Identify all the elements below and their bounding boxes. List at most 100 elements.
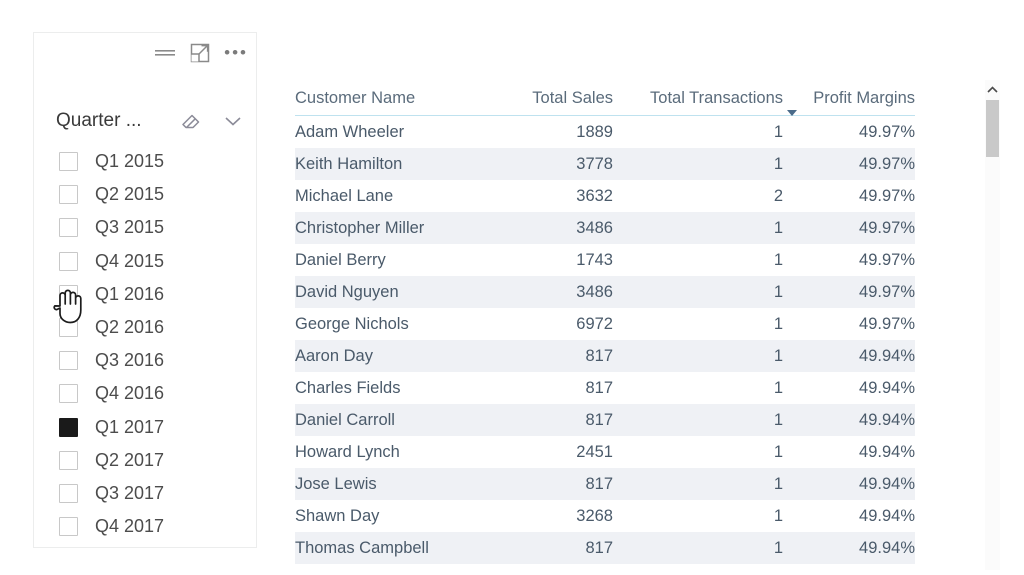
slicer-checkbox[interactable]	[59, 517, 78, 537]
slicer-checkbox[interactable]	[59, 152, 78, 172]
slicer-checkbox[interactable]	[59, 185, 78, 205]
cell-customer-name: Daniel Berry	[295, 250, 386, 269]
slicer-item-q2-2017[interactable]: Q2 2017	[34, 444, 256, 477]
column-header-customer-name[interactable]: Customer Name	[295, 62, 495, 116]
slicer-item-q3-2015[interactable]: Q3 2015	[34, 211, 256, 244]
sort-descending-icon	[787, 110, 797, 116]
slicer-title-icons	[180, 111, 242, 131]
table-vertical-scrollbar[interactable]	[985, 80, 1000, 570]
cell-total-transactions: 1	[773, 346, 783, 365]
cell-customer-name: Charles Fields	[295, 378, 401, 397]
cell-total-sales: 3778	[576, 154, 613, 173]
cell-total-transactions: 1	[773, 442, 783, 461]
cell-total-transactions: 1	[773, 506, 783, 525]
slicer-title: Quarter ...	[56, 110, 142, 131]
slicer-checkbox[interactable]	[59, 450, 78, 470]
cell-customer-name: Keith Hamilton	[295, 154, 403, 173]
cell-total-transactions: 2	[773, 186, 783, 205]
table-row[interactable]: Charles Fields 817 1 49.94%	[295, 372, 915, 404]
cell-total-transactions: 1	[773, 282, 783, 301]
table-row[interactable]: Aaron Day 817 1 49.94%	[295, 340, 915, 372]
cell-total-sales: 817	[585, 378, 613, 397]
slicer-checkbox[interactable]	[59, 218, 78, 238]
slicer-item-q2-2015[interactable]: Q2 2015	[34, 178, 256, 211]
slicer-item-q4-2015[interactable]: Q4 2015	[34, 245, 256, 278]
table-row-clipped[interactable]	[295, 564, 915, 575]
slicer-item-q4-2016[interactable]: Q4 2016	[34, 377, 256, 410]
cell-customer-name: Shawn Day	[295, 506, 380, 525]
slicer-title-row: Quarter ...	[56, 105, 242, 137]
slicer-item-label: Q2 2016	[95, 317, 165, 338]
cell-profit-margin: 49.94%	[859, 474, 915, 493]
more-options-icon[interactable]: •••	[224, 44, 248, 61]
table-row[interactable]: Shawn Day 3268 1 49.94%	[295, 500, 915, 532]
table-row[interactable]: Jose Lewis 817 1 49.94%	[295, 468, 915, 500]
cell-total-sales: 3268	[576, 506, 613, 525]
cell-profit-margin: 49.97%	[859, 122, 915, 141]
slicer-item-label: Q4 2016	[95, 383, 165, 404]
table-row[interactable]: Daniel Berry 1743 1 49.97%	[295, 244, 915, 276]
table-body: Adam Wheeler 1889 1 49.97% Keith Hamilto…	[295, 115, 915, 575]
cell-customer-name: George Nichols	[295, 314, 409, 333]
slicer-checkbox[interactable]	[59, 483, 78, 503]
cell-customer-name: Christopher Miller	[295, 218, 425, 237]
slicer-checkbox[interactable]	[59, 251, 78, 271]
customer-table-visual[interactable]: Customer Name Total Sales Total Transact…	[295, 62, 915, 575]
table-row[interactable]: Thomas Campbell 817 1 49.94%	[295, 532, 915, 564]
slicer-item-q3-2016[interactable]: Q3 2016	[34, 344, 256, 377]
cell-customer-name: David Nguyen	[295, 282, 399, 301]
cell-total-transactions	[613, 564, 783, 575]
slicer-checkbox[interactable]	[59, 384, 78, 404]
column-header-total-transactions[interactable]: Total Transactions	[613, 62, 783, 116]
cell-total-transactions: 1	[773, 154, 783, 173]
cell-customer-name: Daniel Carroll	[295, 410, 395, 429]
cell-customer-name: Michael Lane	[295, 186, 394, 205]
cell-profit-margin: 49.97%	[859, 314, 915, 333]
cell-total-transactions: 1	[773, 378, 783, 397]
cell-total-sales: 817	[585, 410, 613, 429]
cell-total-transactions: 1	[773, 250, 783, 269]
table-row[interactable]: George Nichols 6972 1 49.97%	[295, 308, 915, 340]
slicer-checkbox-selected[interactable]	[59, 417, 78, 437]
scroll-up-arrow-icon[interactable]	[985, 82, 1000, 98]
chevron-down-icon[interactable]	[224, 115, 242, 127]
table-row[interactable]: Daniel Carroll 817 1 49.94%	[295, 404, 915, 436]
slicer-item-label: Q3 2016	[95, 350, 165, 371]
slicer-checkbox[interactable]	[59, 351, 78, 371]
cell-customer-name: Jose Lewis	[295, 474, 377, 493]
slicer-item-label: Q2 2015	[95, 184, 165, 205]
column-header-profit-margins-label: Profit Margins	[813, 89, 915, 107]
table-row[interactable]: Keith Hamilton 3778 1 49.97%	[295, 148, 915, 180]
slicer-item-q1-2015[interactable]: Q1 2015	[34, 145, 256, 178]
table-row[interactable]: Michael Lane 3632 2 49.97%	[295, 180, 915, 212]
table-row[interactable]: Adam Wheeler 1889 1 49.97%	[295, 115, 915, 148]
table-row[interactable]: Howard Lynch 2451 1 49.94%	[295, 436, 915, 468]
report-canvas: ••• Quarter ... Q1 2015 Q2 2015 Q3 2015 …	[0, 0, 1024, 575]
slicer-item-label: Q1 2017	[95, 416, 165, 437]
mouse-cursor-pointer-hand	[52, 286, 86, 326]
cell-profit-margin: 49.94%	[859, 346, 915, 365]
column-header-profit-margins[interactable]: Profit Margins	[783, 62, 915, 116]
slicer-item-q3-2017[interactable]: Q3 2017	[34, 477, 256, 510]
slicer-item-label: Q3 2017	[95, 482, 165, 503]
cell-profit-margin: 49.97%	[859, 250, 915, 269]
cell-total-sales: 817	[585, 538, 613, 557]
table-header-row: Customer Name Total Sales Total Transact…	[295, 62, 915, 116]
table-row[interactable]: David Nguyen 3486 1 49.97%	[295, 276, 915, 308]
filter-list-icon[interactable]	[154, 46, 176, 60]
focus-mode-icon[interactable]	[190, 43, 210, 63]
cell-profit-margin: 49.97%	[859, 282, 915, 301]
column-header-total-sales[interactable]: Total Sales	[495, 62, 613, 116]
slicer-item-q1-2017[interactable]: Q1 2017	[34, 411, 256, 444]
scrollbar-thumb[interactable]	[986, 100, 999, 157]
table-row[interactable]: Christopher Miller 3486 1 49.97%	[295, 212, 915, 244]
slicer-item-list[interactable]: Q1 2015 Q2 2015 Q3 2015 Q4 2015 Q1 2016 …	[34, 145, 256, 543]
cell-profit-margin	[783, 564, 915, 575]
cell-total-sales	[495, 564, 613, 575]
cell-profit-margin: 49.97%	[859, 218, 915, 237]
cell-total-sales: 1889	[576, 122, 613, 141]
cell-total-sales: 3486	[576, 282, 613, 301]
slicer-item-label: Q1 2016	[95, 283, 165, 304]
eraser-icon[interactable]	[180, 111, 202, 131]
slicer-item-q4-2017[interactable]: Q4 2017	[34, 510, 256, 543]
